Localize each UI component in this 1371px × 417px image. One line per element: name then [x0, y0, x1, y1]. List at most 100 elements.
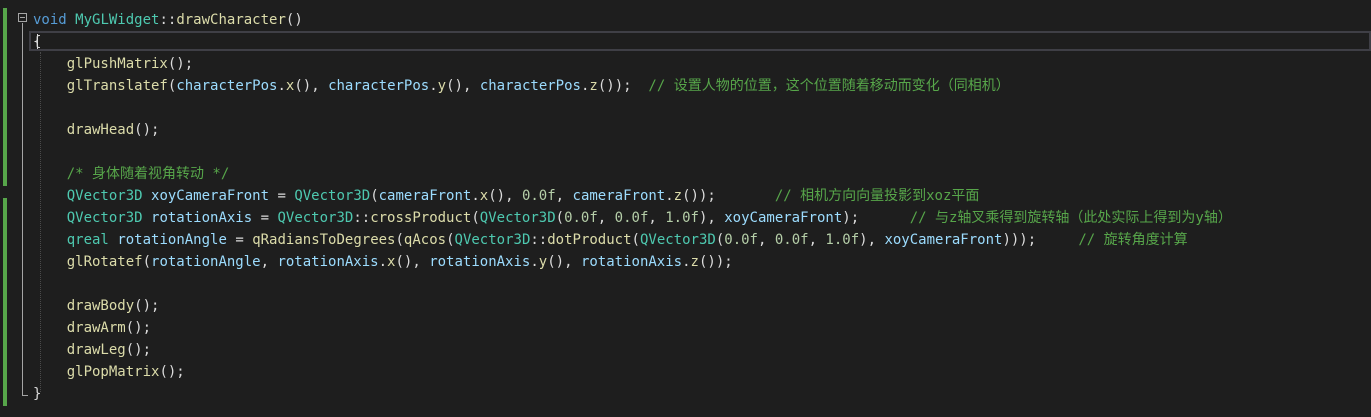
- code-token: =: [226, 232, 253, 248]
- code-token: QVector3D: [294, 188, 371, 204]
- code-token: (: [631, 232, 640, 248]
- code-line[interactable]: glPopMatrix();: [33, 361, 185, 383]
- code-token: (),: [294, 78, 329, 94]
- code-token: 0.0f: [614, 210, 649, 226]
- code-token: (: [555, 210, 565, 226]
- code-line[interactable]: }: [33, 383, 41, 405]
- code-token: characterPos: [328, 78, 430, 94]
- code-token: );: [842, 210, 910, 226]
- code-token: (),: [446, 78, 480, 94]
- code-token: 0.0f: [521, 188, 556, 204]
- code-token: drawLeg: [66, 342, 126, 358]
- code-line[interactable]: drawLeg();: [33, 339, 151, 361]
- code-line[interactable]: {: [33, 31, 41, 53]
- code-line[interactable]: glRotatef(rotationAngle, rotationAxis.x(…: [33, 251, 733, 273]
- code-token: xoyCameraFront: [884, 232, 1003, 248]
- code-line[interactable]: glPushMatrix();: [33, 53, 193, 75]
- code-token: ();: [167, 56, 194, 72]
- code-token: ,: [808, 232, 826, 248]
- code-token: z: [690, 254, 699, 270]
- code-token: qAcos: [403, 232, 447, 248]
- code-editor[interactable]: void MyGLWidget::drawCharacter(){ glPush…: [0, 0, 1371, 417]
- code-token: )));: [1002, 232, 1079, 248]
- code-token: glTranslatef: [66, 78, 168, 94]
- collapse-toggle-icon[interactable]: [18, 13, 27, 22]
- code-token: characterPos: [479, 78, 581, 94]
- code-token: 1.0f: [825, 232, 860, 248]
- code-token: 0.0f: [724, 232, 758, 248]
- code-token: }: [33, 386, 42, 402]
- code-token: (: [370, 188, 379, 204]
- code-token: xoyCameraFront: [151, 188, 270, 204]
- code-token: QVector3D: [639, 232, 716, 248]
- code-token: .: [682, 254, 691, 270]
- code-token: ());: [698, 254, 733, 270]
- code-line[interactable]: drawBody();: [33, 295, 160, 317]
- code-token: .: [530, 254, 539, 270]
- code-token: ),: [698, 210, 725, 226]
- code-token: cameraFront: [572, 188, 666, 204]
- code-token: rotationAngle: [151, 254, 261, 270]
- code-line[interactable]: QVector3D rotationAxis = QVector3D::cros…: [33, 207, 1232, 229]
- code-token: ::: [159, 12, 177, 28]
- code-line[interactable]: /* 身体随着视角转动 */: [33, 163, 230, 185]
- code-token: ::: [530, 232, 548, 248]
- code-token: (),: [488, 188, 522, 204]
- code-line[interactable]: void MyGLWidget::drawCharacter(): [33, 9, 303, 31]
- code-token: 0.0f: [564, 210, 598, 226]
- code-token: crossProduct: [370, 210, 472, 226]
- code-token: =: [269, 188, 295, 204]
- code-token: rotationAxis: [429, 254, 531, 270]
- code-token: ();: [125, 342, 152, 358]
- code-token: // 设置人物的位置，这个位置随着移动而变化（同相机）: [648, 78, 1010, 94]
- code-token: {: [33, 34, 42, 50]
- code-token: ();: [159, 364, 185, 380]
- code-token: (: [715, 232, 725, 248]
- code-token: ,: [597, 210, 615, 226]
- code-line[interactable]: glTranslatef(characterPos.x(), character…: [33, 75, 1010, 97]
- code-token: ());: [597, 78, 649, 94]
- code-token: dotProduct: [547, 232, 632, 248]
- code-token: .: [277, 78, 286, 94]
- change-bar-segment: [3, 8, 7, 186]
- code-token: xoyCameraFront: [724, 210, 843, 226]
- code-line[interactable]: qreal rotationAngle = qRadiansToDegrees(…: [33, 229, 1188, 251]
- code-token: QVector3D: [277, 210, 354, 226]
- code-token: (): [285, 12, 303, 28]
- fold-range-end: [22, 395, 28, 396]
- code-token: z: [673, 188, 683, 204]
- code-token: cameraFront: [378, 188, 472, 204]
- code-token: QVector3D: [66, 188, 143, 204]
- code-token: // 相机方向向量投影到xoz平面: [774, 188, 980, 204]
- code-token: x: [479, 188, 489, 204]
- code-line[interactable]: drawArm();: [33, 317, 151, 339]
- code-token: y: [538, 254, 548, 270]
- code-token: =: [252, 210, 278, 226]
- code-token: ),: [859, 232, 885, 248]
- code-line[interactable]: QVector3D xoyCameraFront = QVector3D(cam…: [33, 185, 980, 207]
- code-token: (: [395, 232, 404, 248]
- code-token: qreal: [66, 232, 109, 248]
- code-token: ();: [134, 122, 160, 138]
- code-token: QVector3D: [479, 210, 556, 226]
- code-token: rotationAngle: [117, 232, 227, 248]
- code-token: .: [471, 188, 480, 204]
- code-token: ());: [682, 188, 775, 204]
- code-line[interactable]: drawHead();: [33, 119, 160, 141]
- code-token: rotationAxis: [580, 254, 683, 270]
- code-token: drawBody: [66, 298, 135, 314]
